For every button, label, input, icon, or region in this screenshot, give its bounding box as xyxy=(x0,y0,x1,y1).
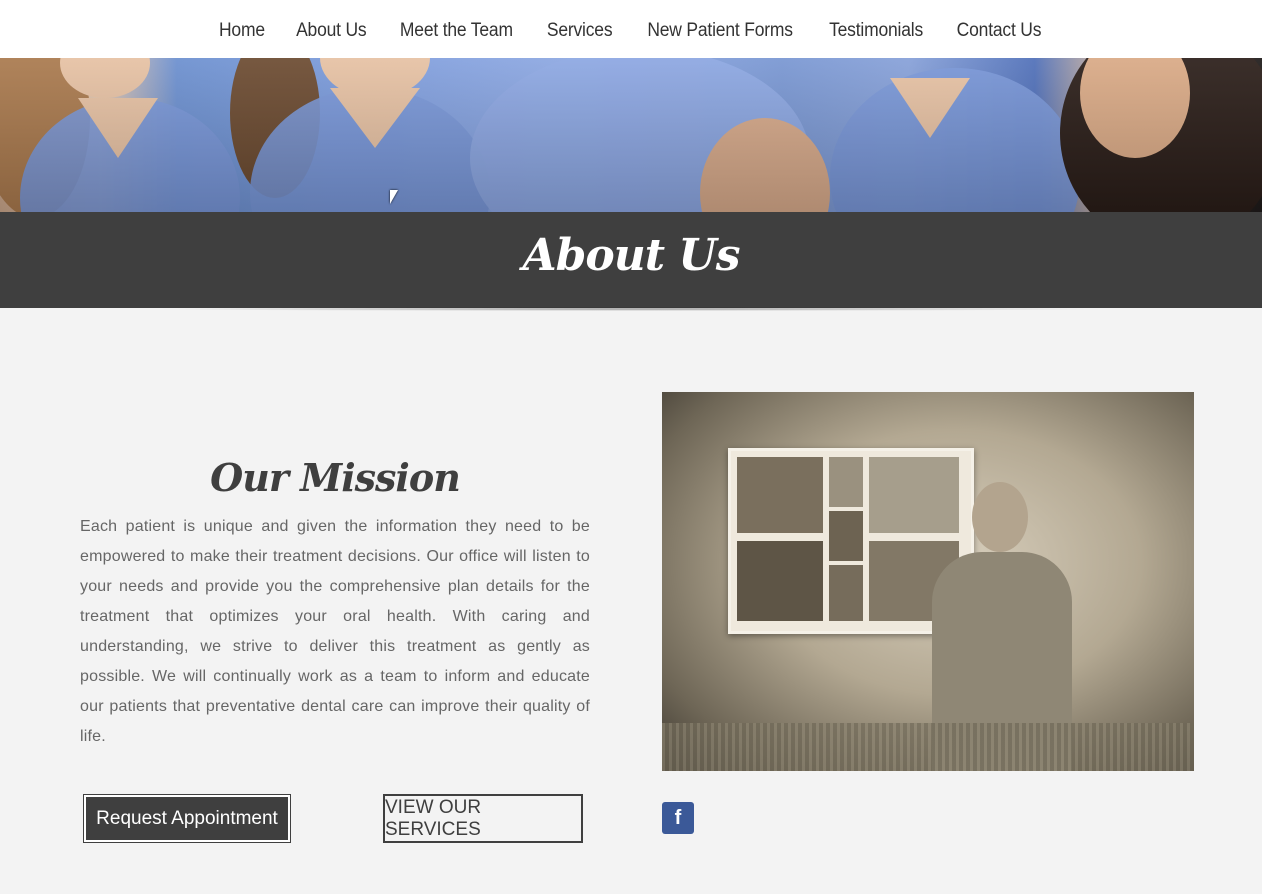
frame-pane xyxy=(829,565,863,621)
mission-paragraph: Each patient is unique and given the inf… xyxy=(80,518,590,745)
hero-shade xyxy=(0,58,1262,212)
nav-item-services[interactable]: Services xyxy=(547,20,613,42)
nav-item-new-patient-forms[interactable]: New Patient Forms xyxy=(647,20,793,42)
mouse-cursor-icon xyxy=(390,190,398,204)
frame-pane xyxy=(737,457,823,533)
request-appointment-button[interactable]: Request Appointment xyxy=(83,794,291,843)
nav-item-testimonials[interactable]: Testimonials xyxy=(829,20,923,42)
title-band-shadow xyxy=(150,307,1112,311)
nav-item-contact-us[interactable]: Contact Us xyxy=(957,20,1042,42)
nav-item-about-us[interactable]: About Us xyxy=(296,20,367,42)
hero-team-photo xyxy=(0,58,1262,212)
frame-pane xyxy=(869,457,959,533)
nav-item-meet-the-team[interactable]: Meet the Team xyxy=(400,20,513,42)
page-title-band: About Us xyxy=(0,212,1262,311)
frame-pane xyxy=(829,511,863,561)
top-navigation: Home About Us Meet the Team Services New… xyxy=(0,0,1262,58)
nav-item-home[interactable]: Home xyxy=(219,20,265,42)
doctor-photo xyxy=(662,392,1194,771)
frame-pane xyxy=(829,457,863,507)
facebook-icon[interactable]: f xyxy=(662,802,694,834)
wainscot-panel xyxy=(662,723,1194,771)
page-title: About Us xyxy=(522,230,740,281)
view-services-button[interactable]: VIEW OUR SERVICES xyxy=(383,794,583,843)
mission-heading: Our Mission xyxy=(210,455,461,500)
frame-pane xyxy=(737,541,823,621)
nav-menu: Home About Us Meet the Team Services New… xyxy=(217,20,1046,42)
doctor-head xyxy=(972,482,1028,552)
